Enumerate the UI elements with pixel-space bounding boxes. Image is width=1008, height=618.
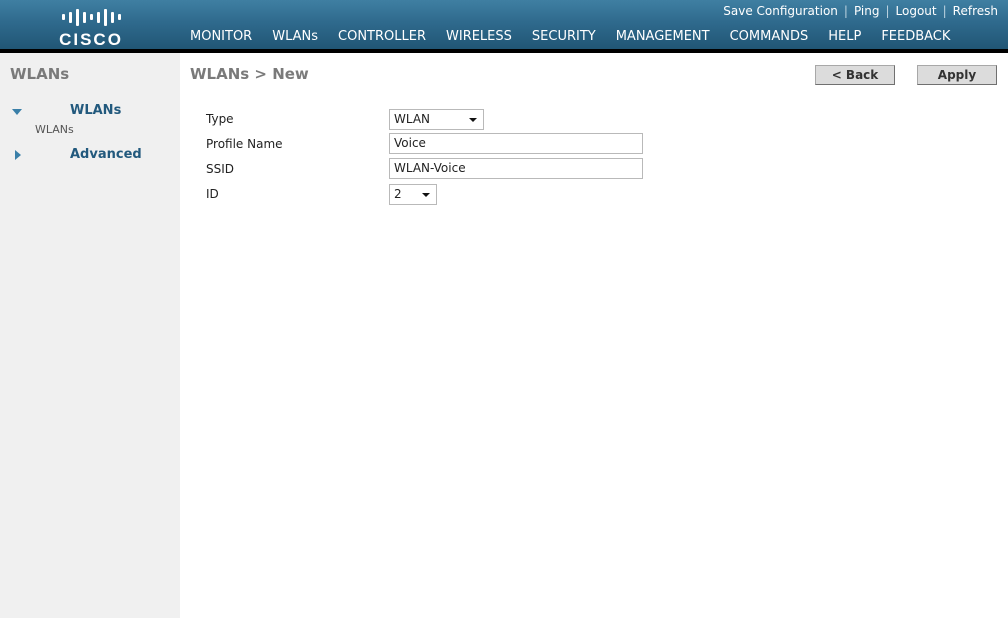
nav-feedback[interactable]: FEEDBACK xyxy=(871,28,960,50)
divider: | xyxy=(885,4,890,18)
sidebar-subitem-wlans[interactable]: WLANs xyxy=(35,123,74,136)
id-label: ID xyxy=(206,187,219,201)
cisco-logo: CISCO xyxy=(55,6,127,49)
divider: | xyxy=(843,4,848,18)
logout-link[interactable]: Logout xyxy=(896,4,937,18)
cisco-logo-text: CISCO xyxy=(59,30,123,49)
main-nav: MONITOR WLANs CONTROLLER WIRELESS SECURI… xyxy=(180,28,960,53)
id-select[interactable]: 2 xyxy=(389,184,437,205)
type-select[interactable]: WLAN xyxy=(389,109,484,130)
ssid-input[interactable]: WLAN-Voice xyxy=(389,158,643,179)
apply-button[interactable]: Apply xyxy=(917,65,997,85)
nav-management[interactable]: MANAGEMENT xyxy=(606,28,720,50)
chevron-down-icon xyxy=(469,118,477,122)
sidebar-item-advanced[interactable]: Advanced xyxy=(70,147,142,162)
sidebar-item-wlans[interactable]: WLANs xyxy=(70,103,121,118)
back-button[interactable]: < Back xyxy=(815,65,895,85)
collapse-right-arrow-icon[interactable] xyxy=(15,150,21,160)
utility-links: Save Configuration | Ping | Logout | Ref… xyxy=(723,4,998,18)
nav-security[interactable]: SECURITY xyxy=(522,28,606,50)
ping-link[interactable]: Ping xyxy=(854,4,880,18)
cisco-logo-bars-icon xyxy=(55,6,127,28)
nav-wlans[interactable]: WLANs xyxy=(262,28,328,53)
expand-down-arrow-icon[interactable] xyxy=(12,109,22,115)
chevron-down-icon xyxy=(422,193,430,197)
ssid-label: SSID xyxy=(206,162,235,176)
type-label: Type xyxy=(206,112,234,126)
nav-wireless[interactable]: WIRELESS xyxy=(436,28,522,50)
sidebar: WLANs WLANs WLANs Advanced xyxy=(0,53,180,618)
nav-commands[interactable]: COMMANDS xyxy=(720,28,819,50)
id-select-value: 2 xyxy=(394,187,402,201)
profile-name-label: Profile Name xyxy=(206,137,283,151)
divider: | xyxy=(942,4,947,18)
page-title: WLANs > New xyxy=(190,65,309,83)
sidebar-title: WLANs xyxy=(10,65,70,83)
nav-monitor[interactable]: MONITOR xyxy=(180,28,262,50)
profile-name-input[interactable]: Voice xyxy=(389,133,643,154)
save-configuration-link[interactable]: Save Configuration xyxy=(723,4,838,18)
nav-controller[interactable]: CONTROLLER xyxy=(328,28,436,50)
type-select-value: WLAN xyxy=(394,112,431,126)
top-header: CISCO Save Configuration | Ping | Logout… xyxy=(0,0,1008,53)
refresh-link[interactable]: Refresh xyxy=(953,4,998,18)
nav-help[interactable]: HELP xyxy=(818,28,871,50)
